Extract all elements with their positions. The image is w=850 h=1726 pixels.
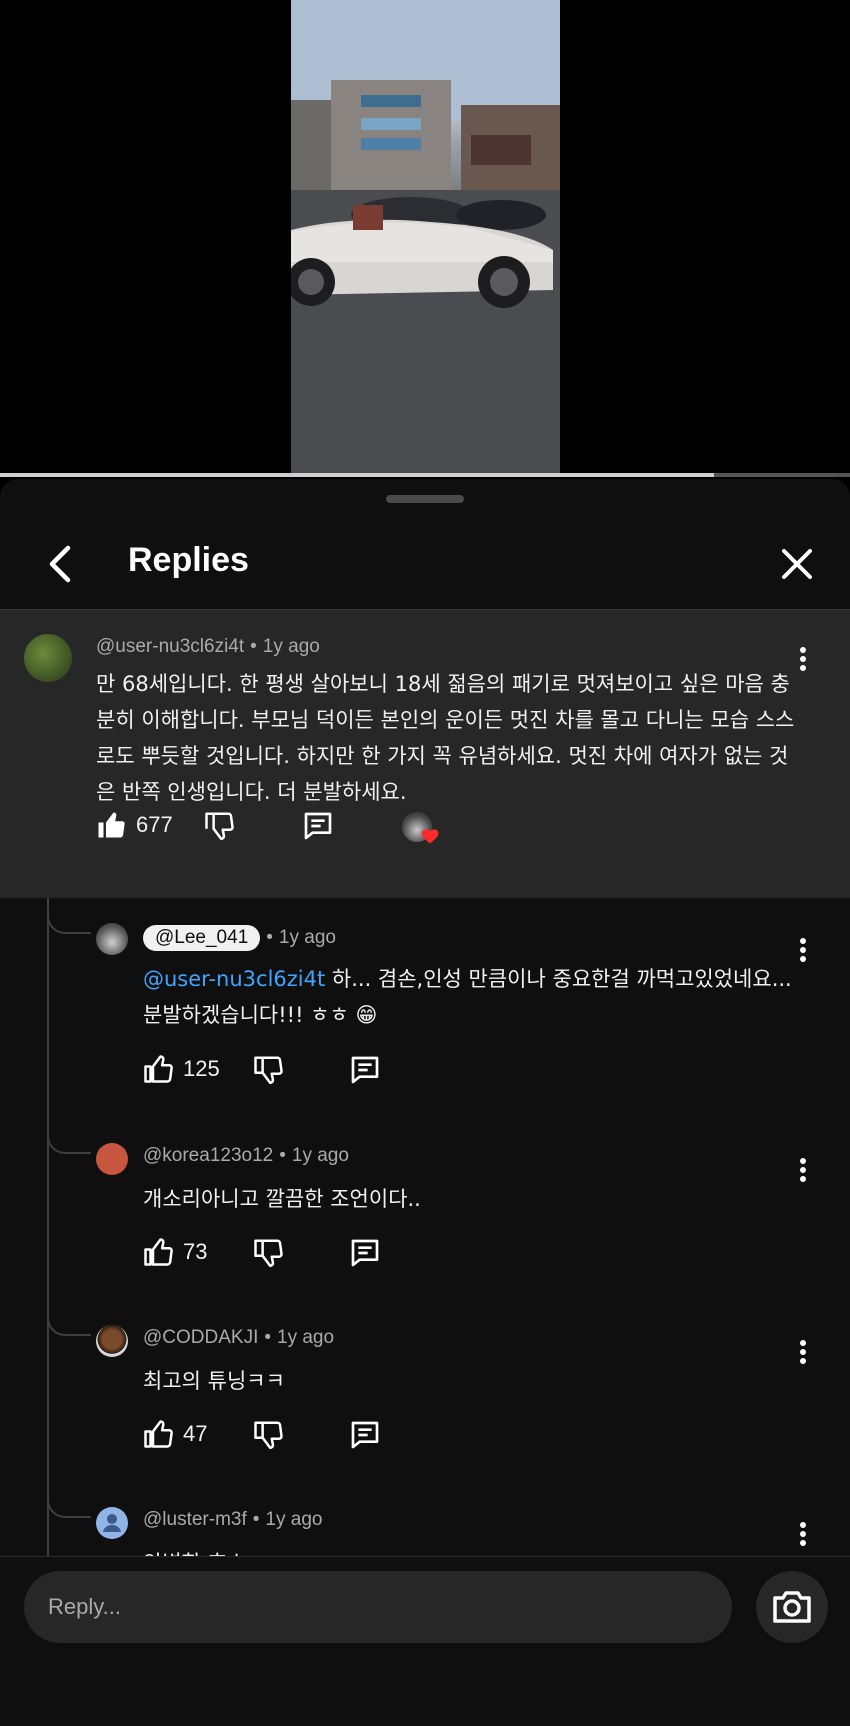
comment-meta: @Lee_041 • 1y ago [143, 925, 336, 951]
like-button[interactable]: 73 [143, 1237, 207, 1267]
meta-separator: • [279, 1145, 286, 1166]
reply-icon [304, 812, 332, 840]
video-progress-fill [0, 473, 714, 477]
comment-meta: @korea123o12 • 1y ago [143, 1145, 349, 1167]
reply-bar: Reply... [0, 1556, 850, 1726]
dislike-icon [254, 1421, 283, 1449]
comment-author[interactable]: @luster-m3f [143, 1509, 247, 1530]
comment-time: 1y ago [277, 1327, 335, 1348]
like-count: 125 [183, 1056, 220, 1081]
camera-icon [773, 1591, 811, 1623]
comment-actions: 73 [143, 1237, 803, 1277]
more-options-button[interactable] [793, 644, 813, 674]
camera-button[interactable] [756, 1571, 828, 1643]
dislike-button[interactable] [204, 810, 234, 840]
avatar[interactable] [96, 923, 128, 955]
creator-heart-badge [402, 810, 442, 850]
more-vert-icon [800, 938, 806, 944]
like-icon [144, 1420, 173, 1448]
comment-author[interactable]: @user-nu3cl6zi4t [96, 636, 244, 657]
comment-text: 개소리아니고 깔끔한 조언이다.. [143, 1187, 421, 1211]
comment-actions: 47 [143, 1419, 803, 1459]
reply-input[interactable]: Reply... [24, 1571, 732, 1643]
meta-separator: • [266, 927, 273, 948]
like-button[interactable]: 677 [96, 810, 173, 840]
reply-button[interactable] [349, 1237, 381, 1269]
more-vert-icon [800, 1340, 806, 1346]
dislike-button[interactable] [253, 1419, 283, 1449]
comment-text: 만 68세입니다. 한 평생 살아보니 18세 젊음의 패기로 멋져보이고 싶은… [96, 672, 795, 804]
video-progress-bar[interactable] [0, 473, 850, 477]
more-vert-icon [800, 647, 806, 653]
sheet-header: Replies [0, 519, 850, 609]
like-icon [98, 812, 125, 838]
avatar[interactable] [24, 634, 72, 682]
more-vert-icon [800, 1158, 806, 1164]
close-button[interactable] [772, 539, 822, 589]
parent-comment: @user-nu3cl6zi4t • 1y ago 만 68세입니다. 한 평생 살… [0, 610, 850, 898]
thread-connector [47, 1498, 91, 1518]
meta-separator: • [252, 1509, 260, 1530]
like-button[interactable]: 47 [143, 1419, 207, 1449]
comment-time: 1y ago [265, 1509, 323, 1530]
meta-separator: • [264, 1327, 272, 1348]
default-user-icon [103, 1514, 121, 1532]
close-icon [782, 549, 812, 579]
avatar[interactable] [96, 1507, 128, 1539]
thread-connector [47, 1134, 91, 1154]
comment-actions: 677 [96, 810, 796, 850]
reply-icon [351, 1056, 379, 1084]
avatar[interactable] [96, 1325, 128, 1357]
like-count: 677 [136, 812, 173, 837]
like-button[interactable]: 125 [143, 1054, 220, 1084]
comment-text: 최고의 튜닝ㅋㅋ [143, 1369, 285, 1393]
more-vert-icon [800, 1522, 806, 1528]
reply-icon [351, 1421, 379, 1449]
video-thumbnail-image [291, 0, 560, 475]
comment-author[interactable]: @CODDAKJI [143, 1327, 258, 1348]
replies-sheet: Replies @user-nu3cl6zi4t • 1y ago 만 68세입니다… [0, 479, 850, 1726]
reply-icon [351, 1239, 379, 1267]
thread-connector [47, 1316, 91, 1336]
back-button[interactable] [36, 539, 86, 589]
reply-button[interactable] [349, 1054, 381, 1086]
video-player[interactable] [0, 0, 850, 477]
comment-time: 1y ago [278, 927, 336, 948]
comment-time: 1y ago [262, 636, 320, 657]
avatar[interactable] [96, 1143, 128, 1175]
dislike-icon [205, 812, 234, 840]
heart-icon [421, 829, 439, 844]
comment-actions: 125 [143, 1054, 803, 1094]
dislike-icon [254, 1239, 283, 1267]
dislike-button[interactable] [253, 1054, 283, 1084]
like-icon [144, 1238, 173, 1266]
like-icon [144, 1055, 173, 1083]
like-count: 73 [183, 1239, 208, 1264]
comment-author[interactable]: @korea123o12 [143, 1145, 273, 1166]
mention-link[interactable]: @user-nu3cl6zi4t [143, 967, 325, 991]
video-frame[interactable] [291, 0, 560, 475]
comment-time: 1y ago [291, 1145, 349, 1166]
sheet-title: Replies [128, 541, 249, 579]
dislike-icon [254, 1056, 283, 1084]
comment-author[interactable]: @Lee_041 [143, 925, 261, 951]
reply-button[interactable] [302, 810, 334, 842]
comment-meta: @user-nu3cl6zi4t • 1y ago [96, 636, 320, 658]
meta-separator: • [250, 636, 257, 657]
dislike-button[interactable] [253, 1237, 283, 1267]
back-arrow-icon [49, 545, 71, 583]
drag-handle[interactable] [386, 495, 464, 503]
comment-meta: @CODDAKJI • 1y ago [143, 1327, 334, 1349]
thread-connector [47, 914, 91, 934]
reply-button[interactable] [349, 1419, 381, 1451]
comment-text: @user-nu3cl6zi4t 하... 겸손,인성 만큼이나 중요한걸 까먹… [143, 961, 803, 1033]
comment-meta: @luster-m3f • 1y ago [143, 1509, 322, 1531]
like-count: 47 [183, 1421, 208, 1446]
